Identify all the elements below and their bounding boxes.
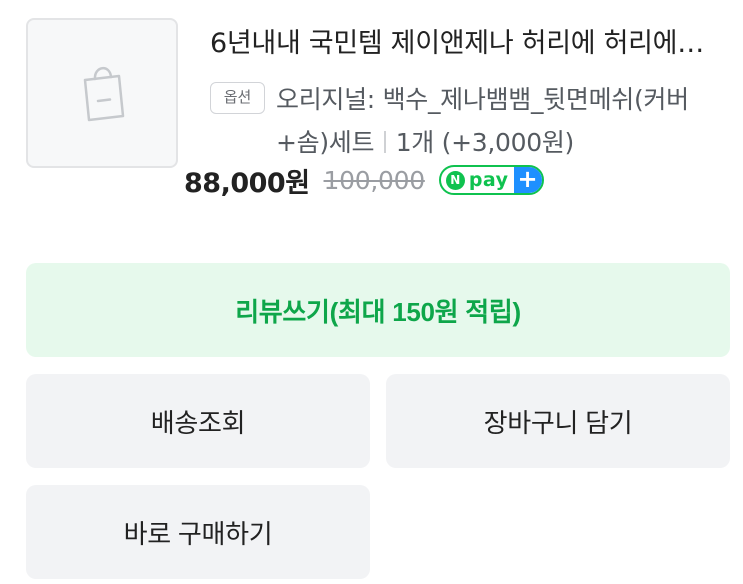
npay-n-icon: N: [445, 170, 465, 190]
product-thumbnail[interactable]: [26, 18, 178, 168]
npay-badge: N pay +: [438, 165, 544, 195]
option-description: 오리지널: 백수_제나뱀뱀_뒷면메쉬(커버+솜)세트 1개 (+3,000원): [276, 78, 736, 164]
track-delivery-button[interactable]: 배송조회: [26, 374, 370, 468]
option-divider: [384, 131, 386, 153]
original-price: 100,000: [323, 165, 426, 195]
buy-now-button[interactable]: 바로 구매하기: [26, 485, 370, 579]
add-to-cart-button[interactable]: 장바구니 담기: [386, 374, 730, 468]
option-quantity: 1개 (+3,000원): [395, 128, 575, 157]
npay-plus-icon: +: [513, 167, 542, 193]
product-title[interactable]: 6년내내 국민템 제이앤제나 허리에 허리에 허리에: [210, 18, 710, 70]
price-row: 88,000원 100,000 N pay +: [184, 158, 544, 202]
sale-price: 88,000원: [184, 167, 310, 199]
product-option: 옵션 오리지널: 백수_제나뱀뱀_뒷면메쉬(커버+솜)세트 1개 (+3,000원…: [210, 78, 730, 164]
shopping-bag-icon: [83, 67, 125, 122]
npay-label: pay: [468, 169, 509, 191]
write-review-button[interactable]: 리뷰쓰기(최대 150원 적립): [26, 263, 730, 357]
product-info: 6년내내 국민템 제이앤제나 허리에 허리에 허리에 옵션 오리지널: 백수_제…: [210, 18, 730, 164]
option-badge: 옵션: [210, 82, 265, 114]
